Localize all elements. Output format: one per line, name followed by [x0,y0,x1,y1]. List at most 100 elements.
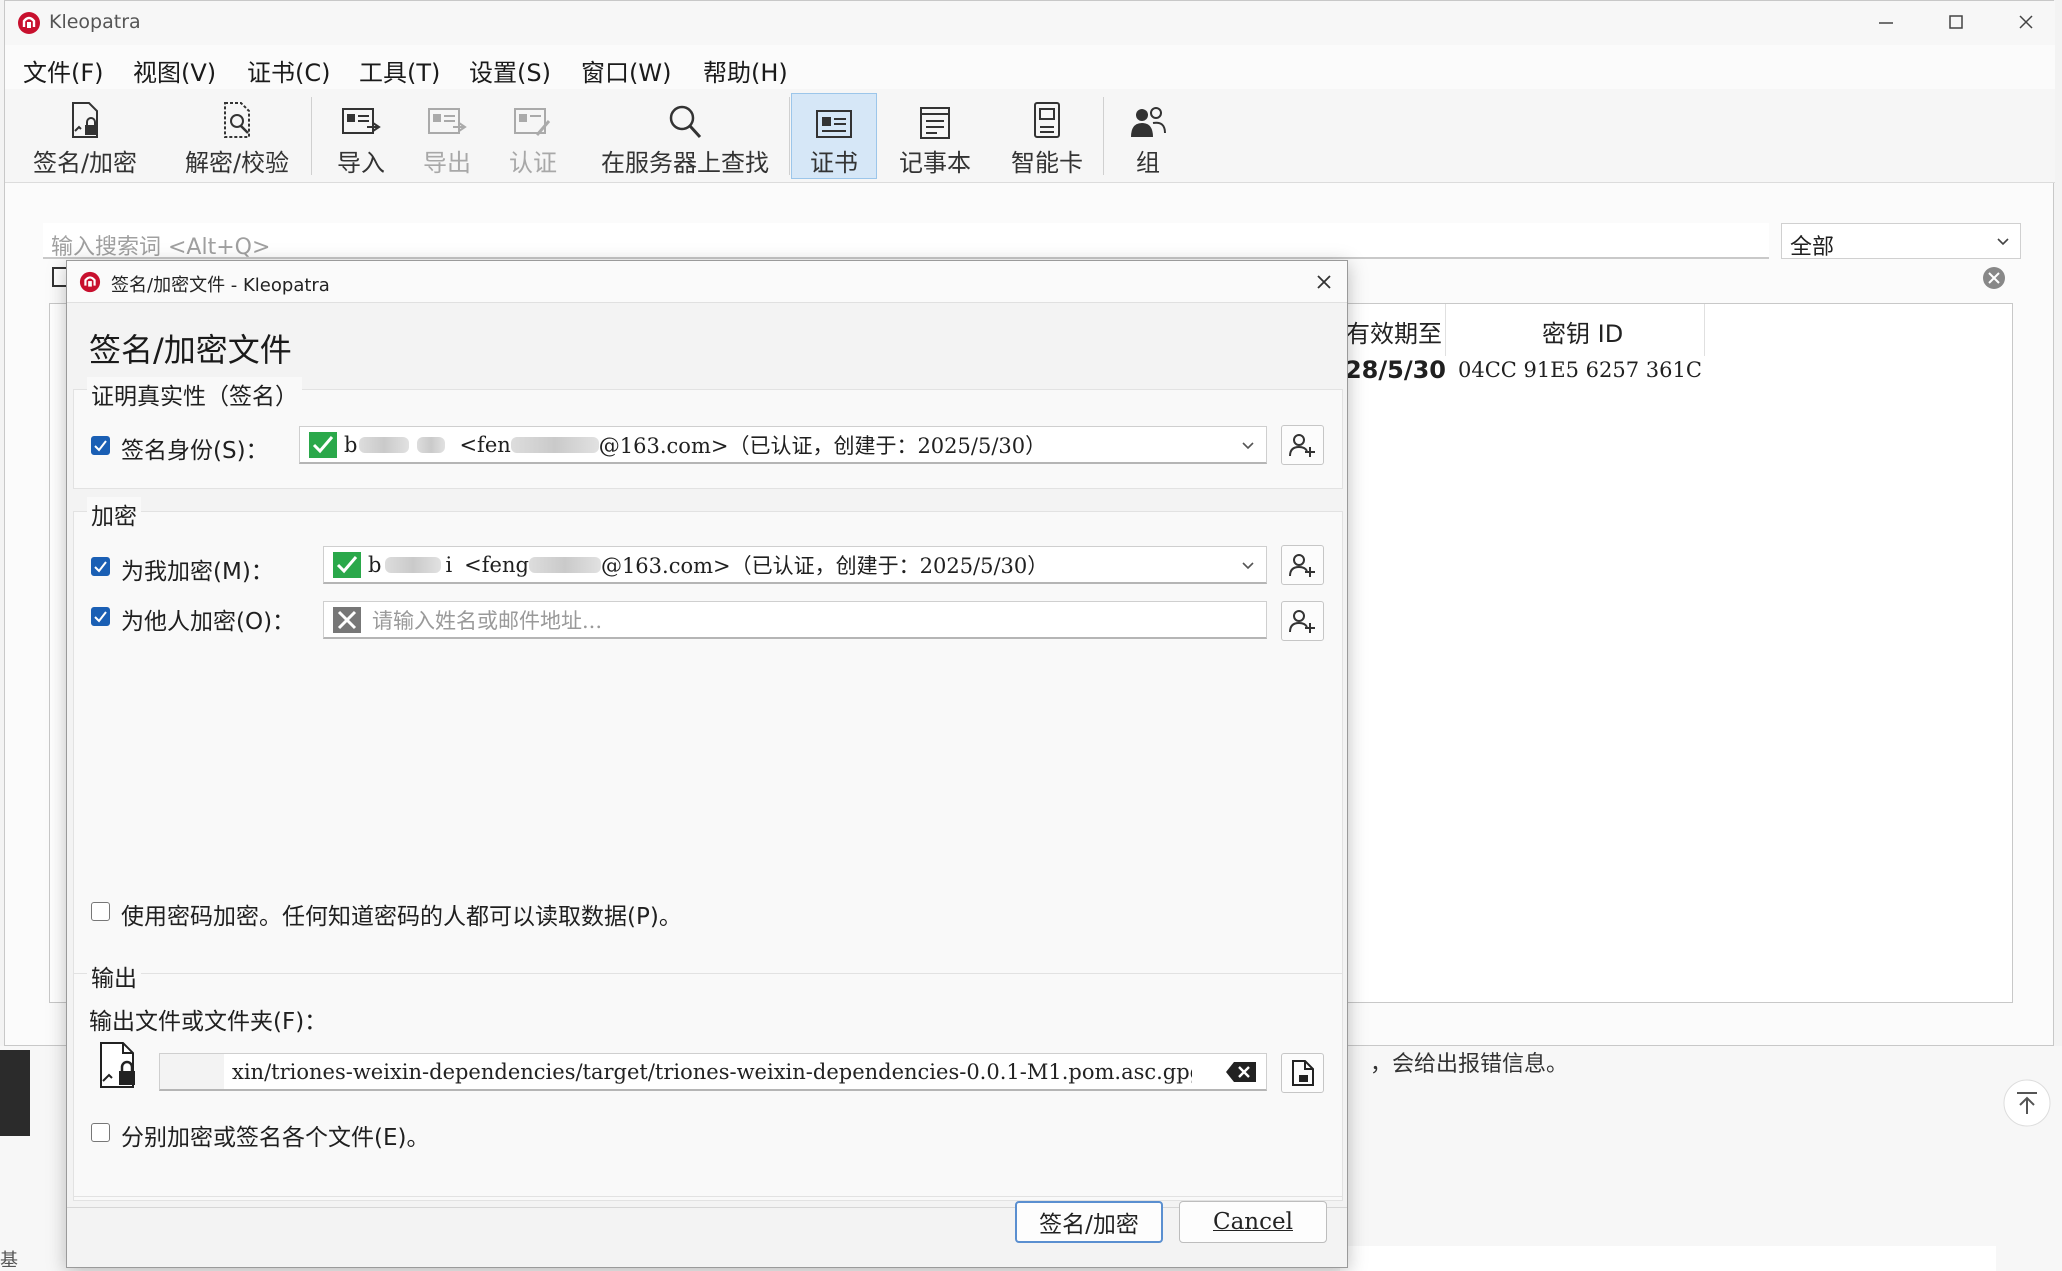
import-icon [341,93,381,141]
smartcards-tool-button[interactable]: 智能卡 [995,93,1099,179]
encrypt-me-name-initial: b [368,552,382,577]
search-icon [667,93,703,141]
background-thumbnail [0,1050,30,1136]
certificates-tool-button[interactable]: 证书 [791,93,877,179]
encrypt-for-others-label: 为他人加密(O)： [121,609,296,635]
encrypt-for-others-checkbox[interactable] [91,607,110,626]
clear-backspace-icon[interactable] [1224,1060,1258,1084]
add-own-key-button[interactable] [1281,545,1324,585]
sign-identity-label: 签名身份(S)： [121,438,269,464]
chevron-down-icon [1240,557,1256,573]
export-tool-button[interactable]: 导出 [407,93,487,179]
decrypt-verify-tool-button[interactable]: 解密/校验 [171,93,303,179]
menu-settings[interactable]: 设置(S) [469,53,551,88]
sign-checkbox[interactable] [91,436,110,455]
sign-identity-details: @163.com>（已认证，创建于：2025/5/30） [598,433,1047,458]
notepad-icon [917,93,953,141]
sign-encrypt-file-icon [67,93,103,141]
import-label: 导入 [337,149,385,177]
sign-encrypt-tool-button[interactable]: 签名/加密 [23,93,147,179]
background-panel [1340,1246,1996,1271]
encrypt-for-me-combo[interactable]: b i <feng @163.com>（已认证，创建于：2025/5/30） [323,546,1267,584]
menu-bar: 文件(F) 视图(V) 证书(C) 工具(T) 设置(S) 窗口(W) 帮助(H… [5,45,2055,89]
column-header-key-id[interactable]: 密钥 ID [1542,314,1623,349]
column-divider [1445,304,1446,356]
redacted-email [528,556,601,573]
sign-identity-combo[interactable]: b <fen @163.com>（已认证，创建于：2025/5/30） [299,426,1267,464]
toolbar-separator [1103,97,1104,175]
search-input[interactable]: 输入搜索词 <Alt+Q> [43,223,1769,260]
dialog-title-bar: 签名/加密文件 - Kleopatra [67,261,1347,303]
toolbar: 签名/加密 解密/校验 导入 导出 认证 在服务器上查找 证书 记事本 智能卡 … [5,89,2055,183]
close-window-icon[interactable] [2011,7,2041,37]
encrypt-group-title: 加密 [87,497,141,531]
menu-view[interactable]: 视图(V) [133,53,216,88]
add-user-icon [1288,608,1317,634]
separate-files-label: 分别加密或签名各个文件(E)。 [121,1125,430,1151]
chevron-down-icon [1240,437,1256,453]
sign-identity-email-start: <fen [459,432,511,457]
invalid-x-icon [332,606,362,634]
menu-certificates[interactable]: 证书(C) [247,53,330,88]
password-encrypt-checkbox[interactable] [91,902,110,921]
decrypt-verify-icon [219,93,255,141]
maximize-icon[interactable] [1941,7,1971,37]
valid-check-icon [308,431,338,459]
column-divider [1704,304,1705,356]
output-group-title: 输出 [87,959,141,993]
smartcards-label: 智能卡 [1011,149,1083,177]
close-tab-icon[interactable] [1981,265,2007,291]
sign-encrypt-dialog: 签名/加密文件 - Kleopatra 签名/加密文件 证明真实性（签名） 签名… [66,260,1348,1268]
close-icon[interactable] [1311,269,1337,295]
decrypt-verify-label: 解密/校验 [184,149,290,177]
redacted-name [359,436,410,453]
valid-check-icon [332,551,362,579]
background-error-text: ，会给出报错信息。 [1370,1052,1569,1077]
add-signer-button[interactable] [1281,425,1324,465]
window-title: Kleopatra [49,11,141,33]
browse-output-button[interactable] [1281,1053,1324,1093]
dialog-window-title: 签名/加密文件 - Kleopatra [111,275,330,296]
add-user-icon [1288,552,1317,578]
separate-files-checkbox[interactable] [91,1123,110,1142]
lookup-server-tool-button[interactable]: 在服务器上查找 [587,93,783,179]
certify-icon [513,93,553,141]
sign-encrypt-button[interactable]: 签名/加密 [1015,1201,1163,1243]
filter-dropdown[interactable]: 全部 [1781,223,2021,260]
certify-tool-button[interactable]: 认证 [493,93,573,179]
scroll-to-top-button[interactable] [2002,1078,2052,1128]
export-icon [427,93,467,141]
import-tool-button[interactable]: 导入 [321,93,401,179]
output-file-icon [97,1041,141,1091]
export-label: 导出 [423,149,471,177]
menu-tools[interactable]: 工具(T) [359,53,440,88]
title-bar: Kleopatra [5,1,2055,45]
column-header-valid-until[interactable]: 有效期至 [1346,314,1442,349]
chevron-down-icon [1994,232,2012,250]
toolbar-separator [311,97,312,175]
output-path-value: xin/triones-weixin-dependencies/target/t… [232,1059,1192,1084]
redacted-name [385,556,442,573]
add-recipient-button[interactable] [1281,601,1324,641]
notepad-tool-button[interactable]: 记事本 [887,93,983,179]
sign-identity-name-initial: b [344,432,358,457]
menu-file[interactable]: 文件(F) [23,53,104,88]
encrypt-me-name-end: i [445,552,453,577]
password-encrypt-label: 使用密码加密。任何知道密码的人都可以读取数据(P)。 [121,904,682,930]
sign-group-title: 证明真实性（签名） [87,377,302,411]
certify-label: 认证 [509,149,557,177]
encrypt-for-me-checkbox[interactable] [91,557,110,576]
cert-key-id: 04CC 91E5 6257 361C [1458,358,1702,382]
notepad-label: 记事本 [899,149,971,177]
menu-help[interactable]: 帮助(H) [703,53,788,88]
screen: Kleopatra 文件(F) 视图(V) 证书(C) 工具(T) 设置(S) … [0,0,2062,1271]
groups-icon [1129,93,1167,141]
groups-tool-button[interactable]: 组 [1111,93,1185,179]
output-path-input[interactable]: xin/triones-weixin-dependencies/target/t… [159,1053,1267,1091]
menu-window[interactable]: 窗口(W) [581,53,671,88]
dialog-heading: 签名/加密文件 [89,331,292,369]
toolbar-separator [789,97,790,175]
minimize-icon[interactable] [1871,7,1901,37]
encrypt-for-others-input[interactable]: 请输入姓名或邮件地址... [323,601,1267,639]
cancel-button[interactable]: Cancel [1179,1201,1327,1243]
